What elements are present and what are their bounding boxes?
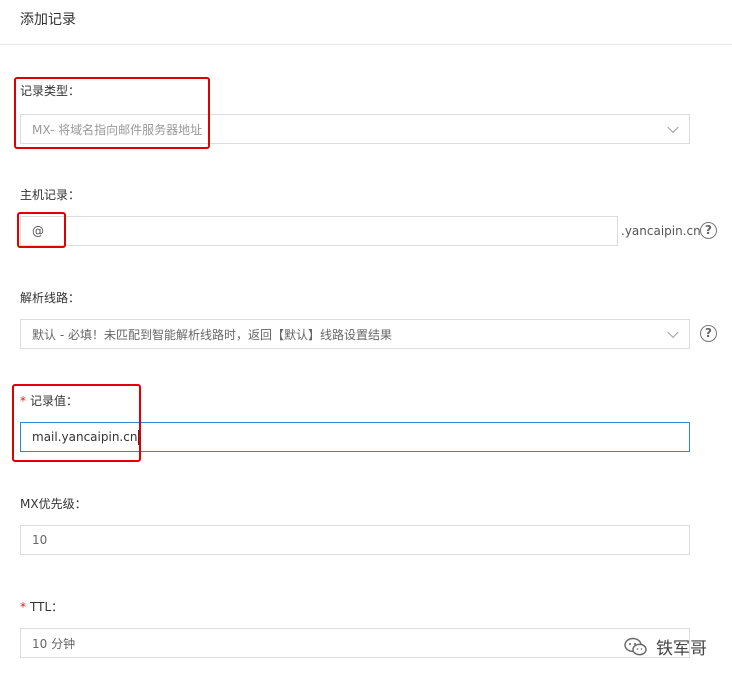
watermark-text: 铁军哥 — [656, 639, 707, 659]
ttl-label-text: TTL： — [30, 600, 64, 614]
help-icon[interactable]: ? — [700, 222, 717, 239]
text-caret — [138, 429, 140, 445]
record-value-label: * 记录值： — [20, 392, 78, 409]
record-type-value: MX- 将域名指向邮件服务器地址 — [32, 122, 203, 137]
watermark: 铁军哥 — [624, 634, 707, 659]
resolution-line-value: 默认 - 必填！未匹配到智能解析线路时，返回【默认】线路设置结果 — [32, 327, 392, 342]
host-record-input[interactable]: @ — [20, 216, 618, 246]
ttl-select[interactable]: 10 分钟 — [20, 628, 690, 658]
dialog-header: 添加记录 — [0, 0, 732, 45]
resolution-line-label: 解析线路： — [20, 291, 81, 305]
dialog-title: 添加记录 — [20, 12, 76, 28]
ttl-label: * TTL： — [20, 598, 63, 615]
add-record-dialog: 添加记录 记录类型： MX- 将域名指向邮件服务器地址 主机记录： @ .yan… — [0, 0, 732, 678]
required-mark: * — [20, 394, 26, 408]
record-value-input[interactable]: mail.yancaipin.cn — [20, 422, 690, 452]
resolution-line-select[interactable]: 默认 - 必填！未匹配到智能解析线路时，返回【默认】线路设置结果 — [20, 319, 690, 349]
record-type-select[interactable]: MX- 将域名指向邮件服务器地址 — [20, 114, 690, 144]
required-mark: * — [20, 600, 26, 614]
host-record-label: 主机记录： — [20, 188, 81, 202]
record-value-label-text: 记录值： — [30, 394, 79, 408]
record-type-label: 记录类型： — [20, 84, 81, 98]
domain-suffix: .yancaipin.cn — [621, 224, 701, 238]
mx-priority-label: MX优先级： — [20, 497, 87, 511]
wechat-icon — [624, 637, 648, 657]
chevron-down-icon — [667, 326, 679, 339]
mx-priority-value: 10 — [32, 533, 48, 547]
mx-priority-input[interactable]: 10 — [20, 525, 690, 555]
record-value-text: mail.yancaipin.cn — [32, 430, 138, 444]
help-icon[interactable]: ? — [700, 325, 717, 342]
host-record-value: @ — [32, 224, 44, 238]
ttl-value: 10 分钟 — [32, 636, 76, 651]
chevron-down-icon — [667, 121, 679, 134]
